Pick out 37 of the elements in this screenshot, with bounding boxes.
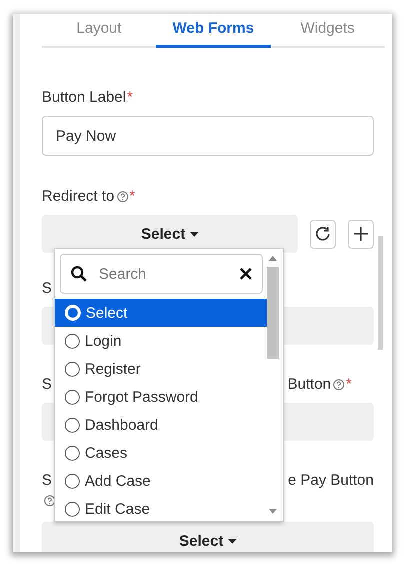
scroll-down-icon[interactable] [269, 509, 277, 514]
radio-icon [65, 334, 80, 348]
scroll-up-icon[interactable] [269, 256, 277, 261]
field-label: S [42, 279, 52, 299]
caret-icon [228, 538, 237, 544]
tab[interactable]: Widgets [270, 14, 385, 48]
radio-icon [65, 446, 80, 460]
search-field[interactable]: Search [60, 254, 263, 294]
tab[interactable]: Layout [42, 14, 156, 48]
close-icon[interactable] [240, 268, 252, 280]
input-field[interactable]: Pay Now [42, 116, 374, 156]
field-label: e Pay Button [288, 471, 374, 491]
required-mark: * [130, 187, 136, 207]
select-dropdown[interactable]: Select [42, 522, 374, 552]
plus-icon [353, 226, 369, 242]
required-mark: * [127, 88, 134, 108]
radio-icon [65, 362, 80, 376]
radio-icon [65, 474, 80, 488]
radio-icon [65, 502, 80, 516]
refresh-button[interactable] [310, 220, 336, 248]
search-icon [71, 266, 87, 282]
dropdown-option[interactable]: Select [55, 299, 267, 327]
radio-icon [65, 305, 81, 321]
add-button[interactable] [348, 220, 374, 248]
field-label: Button Label [42, 88, 126, 108]
required-mark: * [346, 375, 352, 395]
tab[interactable]: Web Forms [156, 14, 271, 48]
field-label: Redirect to [42, 187, 115, 207]
caret-icon [190, 232, 199, 236]
radio-icon [65, 390, 80, 404]
scrollbar[interactable] [378, 236, 383, 350]
field-label: S [42, 375, 52, 395]
radio-icon [65, 418, 80, 432]
field-label: S [42, 471, 52, 491]
dropdown-option[interactable]: Edit Case [55, 495, 267, 521]
field-label: Button [288, 375, 332, 395]
refresh-icon [314, 225, 332, 243]
